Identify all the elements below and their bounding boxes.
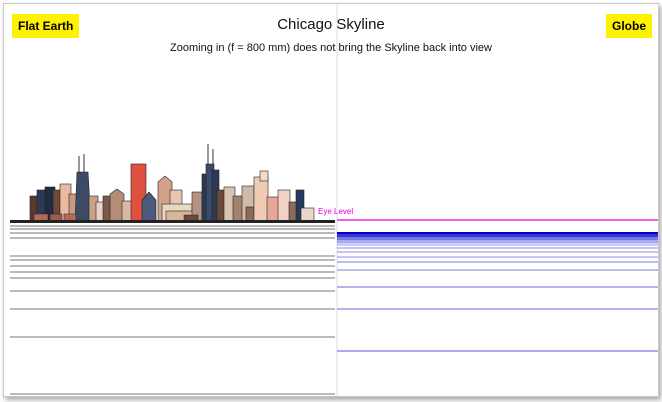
building [259,170,269,182]
building [232,195,244,222]
globe-horizon-band [337,232,658,234]
flat-ground-line [10,220,335,223]
flat-grid-lines [10,225,335,395]
building [63,213,77,222]
building [33,213,49,222]
eye-level-label: Eye Level [318,207,354,216]
building [277,189,291,222]
building [300,207,315,222]
building [121,200,133,222]
building [49,213,63,222]
globe-horizon-band [337,237,658,240]
comparison-scene [10,4,658,396]
globe-horizon-band [337,234,658,237]
globe-horizon-band [337,243,658,246]
globe-grid-lines [337,247,658,352]
diagram-subtitle: Zooming in (f = 800 mm) does not bring t… [170,42,492,54]
chicago-skyline [29,144,315,222]
globe-horizon-band [337,240,658,243]
figure-frame: Flat Earth Globe Chicago Skyline Zooming… [3,3,659,397]
diagram-title: Chicago Skyline [277,16,385,33]
building [266,196,280,222]
building [253,176,269,222]
building [74,171,92,222]
